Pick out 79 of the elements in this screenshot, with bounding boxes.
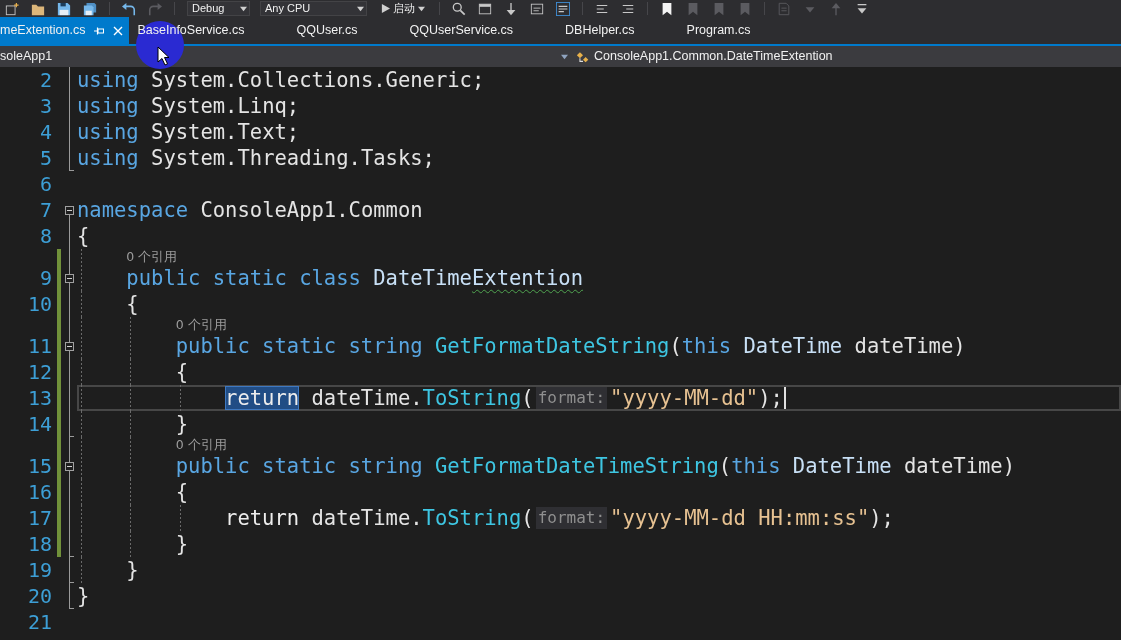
line-number: 19 (26, 557, 52, 583)
codelens-link[interactable]: 0 个引用 (126, 249, 178, 265)
collapse-icon[interactable] (65, 205, 74, 215)
code-text: } (175, 411, 189, 437)
collapse-icon[interactable] (65, 461, 74, 471)
line-number: 20 (26, 583, 52, 609)
caret-icon (418, 5, 425, 12)
window-icon[interactable] (478, 1, 492, 16)
code-text: public static string GetFormatDateString(this DateTime dateTime) (175, 333, 966, 359)
code-text: public static class DateTimeExtention (126, 265, 584, 291)
file-tab[interactable]: Program.cs (678, 17, 795, 44)
line-number: 14 (26, 411, 52, 437)
code-text: using System.Collections.Generic; (77, 67, 485, 93)
back-arrow-icon[interactable] (122, 1, 136, 16)
code-text: public static string GetFormatDateTimeString(this DateTime dateTime) (175, 453, 1015, 479)
line-number: 13 (26, 385, 52, 411)
line-number: 21 (26, 609, 52, 635)
search-icon[interactable] (452, 1, 466, 16)
line-number: 3 (38, 93, 52, 119)
save-all-icon[interactable] (83, 1, 97, 16)
code-text: { (77, 223, 90, 249)
line-number: 6 (38, 171, 52, 197)
file-tab[interactable]: DBHelper.cs (557, 17, 679, 44)
code-text: "yyyy-MM-dd"); (610, 385, 783, 411)
mouse-pointer-icon (157, 46, 170, 66)
code-text: } (77, 583, 90, 609)
line-number: 10 (26, 291, 52, 317)
code-text: namespace ConsoleApp1.Common (77, 197, 423, 223)
code-text: "yyyy-MM-dd HH:mm:ss"); (610, 505, 894, 531)
code-text: using System.Text; (77, 119, 300, 145)
inlay-hint: format: (535, 387, 608, 409)
collapse-icon[interactable] (65, 273, 74, 283)
pin-icon[interactable] (94, 25, 105, 36)
codelens-link[interactable]: 0 个引用 (175, 437, 227, 453)
line-number: 4 (38, 119, 52, 145)
line-number: 18 (26, 531, 52, 557)
code-text: using System.Linq; (77, 93, 300, 119)
down-arrow-icon[interactable] (504, 1, 518, 16)
type-dropdown[interactable]: ConsoleApp1.Common.DateTimeExtention (572, 46, 1121, 67)
play-icon (381, 4, 390, 13)
collapse-icon[interactable] (65, 341, 74, 351)
code-text: } (126, 557, 139, 583)
line-number: 16 (26, 479, 52, 505)
bookmark-icon[interactable] (660, 1, 674, 16)
new-item-icon[interactable] (5, 1, 19, 16)
selected-text: return (225, 386, 300, 410)
line-number: 5 (38, 145, 52, 171)
configuration-dropdown[interactable]: Debug (187, 1, 250, 16)
file-tab[interactable]: meExtention.cs (0, 17, 130, 44)
line-number: 2 (38, 67, 52, 93)
window-icon[interactable] (530, 1, 544, 16)
close-icon[interactable] (113, 25, 124, 36)
caret-icon (357, 5, 364, 12)
caret-icon (561, 53, 568, 60)
code-text: { (175, 359, 189, 385)
code-text: dateTime.ToString( (310, 385, 534, 411)
line-number: 11 (26, 333, 52, 359)
save-icon[interactable] (57, 1, 71, 16)
inlay-hint: format: (535, 507, 608, 529)
line-number: 9 (38, 265, 52, 291)
line-number: 8 (38, 223, 52, 249)
code-text: using System.Threading.Tasks; (77, 145, 435, 171)
code-text: } (175, 531, 189, 557)
code-text: { (175, 479, 189, 505)
line-number: 17 (26, 505, 52, 531)
platform-dropdown[interactable]: Any CPU (260, 1, 367, 16)
code-text: return dateTime.ToString( (225, 505, 534, 531)
line-number: 12 (26, 359, 52, 385)
line-number: 15 (26, 453, 52, 479)
codelens-link[interactable]: 0 个引用 (175, 317, 227, 333)
code-text: { (126, 291, 139, 317)
file-tab[interactable]: QQUser.cs (288, 17, 402, 44)
project-dropdown[interactable]: soleApp1 (0, 46, 572, 67)
caret-icon (240, 5, 247, 12)
line-number: 7 (38, 197, 52, 223)
overflow-icon[interactable] (855, 1, 869, 16)
file-tab[interactable]: QQUserService.cs (401, 17, 558, 44)
text-block-icon[interactable] (556, 1, 570, 16)
start-button[interactable]: 启动 (379, 1, 427, 16)
